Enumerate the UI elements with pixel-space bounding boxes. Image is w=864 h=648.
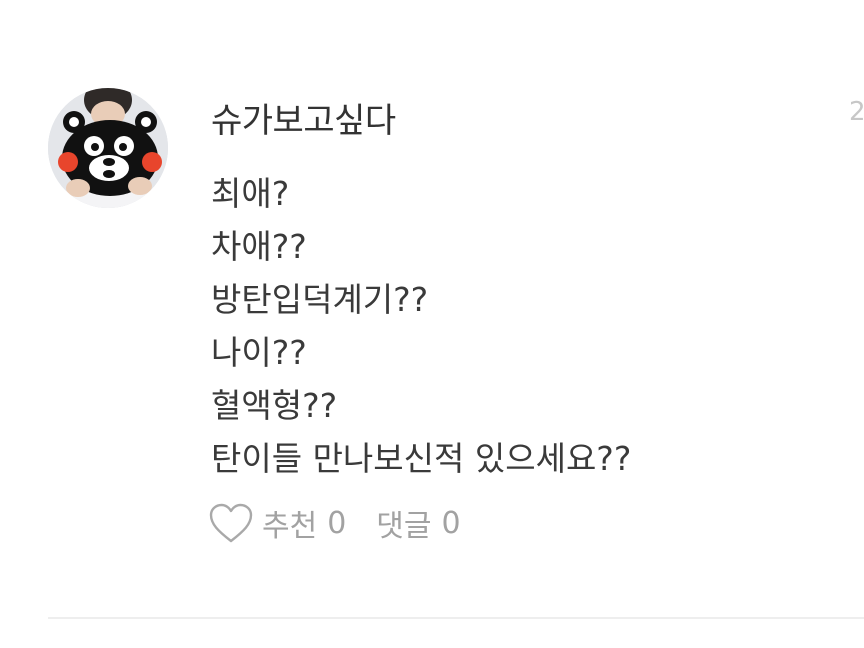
- like-count: 0: [327, 505, 347, 541]
- heart-outline-icon[interactable]: [208, 502, 254, 544]
- like-button[interactable]: 추천: [262, 501, 317, 545]
- avatar[interactable]: [48, 88, 168, 208]
- comment-line: 방탄입덕계기??: [211, 280, 429, 319]
- comment-timestamp: 2: [849, 97, 864, 127]
- divider: [48, 617, 864, 619]
- comment-text: 최애? 차애?? 방탄입덕계기?? 나이?? 혈액형?? 탄이들 만나보신적 있…: [211, 167, 631, 485]
- comment-line: 탄이들 만나보신적 있으세요??: [211, 439, 632, 478]
- comment-line: 혈액형??: [211, 386, 338, 425]
- reply-button[interactable]: 댓글: [376, 501, 431, 545]
- comment-line: 나이??: [211, 333, 307, 372]
- comment-actions: 추천 0 댓글 0: [208, 500, 461, 546]
- comment-line: 최애?: [211, 174, 290, 213]
- comment-author[interactable]: 슈가보고싶다: [211, 93, 396, 142]
- comment-line: 차애??: [211, 227, 307, 266]
- reply-count: 0: [441, 505, 461, 541]
